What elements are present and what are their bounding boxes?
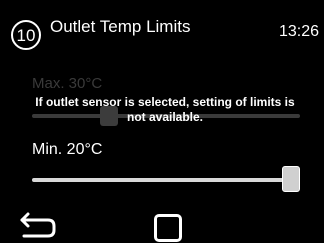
min-limit-label: Min. 20°C [32, 141, 103, 158]
back-arrow-icon [20, 212, 56, 238]
page-title: Outlet Temp Limits [50, 17, 191, 36]
step-number: 10 [16, 25, 36, 45]
step-number-badge: 10 [11, 20, 41, 50]
outlet-temp-limits-screen: 10 Outlet Temp Limits 13:26 Max. 30°C If… [0, 0, 324, 243]
max-limit-label: Max. 30°C [32, 75, 103, 92]
back-button[interactable] [18, 210, 60, 240]
clock: 13:26 [278, 23, 319, 40]
min-limit-slider-thumb[interactable] [282, 166, 300, 192]
home-square-button[interactable] [154, 214, 182, 242]
notice-message: If outlet sensor is selected, setting of… [35, 95, 295, 124]
min-limit-slider-track[interactable] [32, 178, 300, 182]
